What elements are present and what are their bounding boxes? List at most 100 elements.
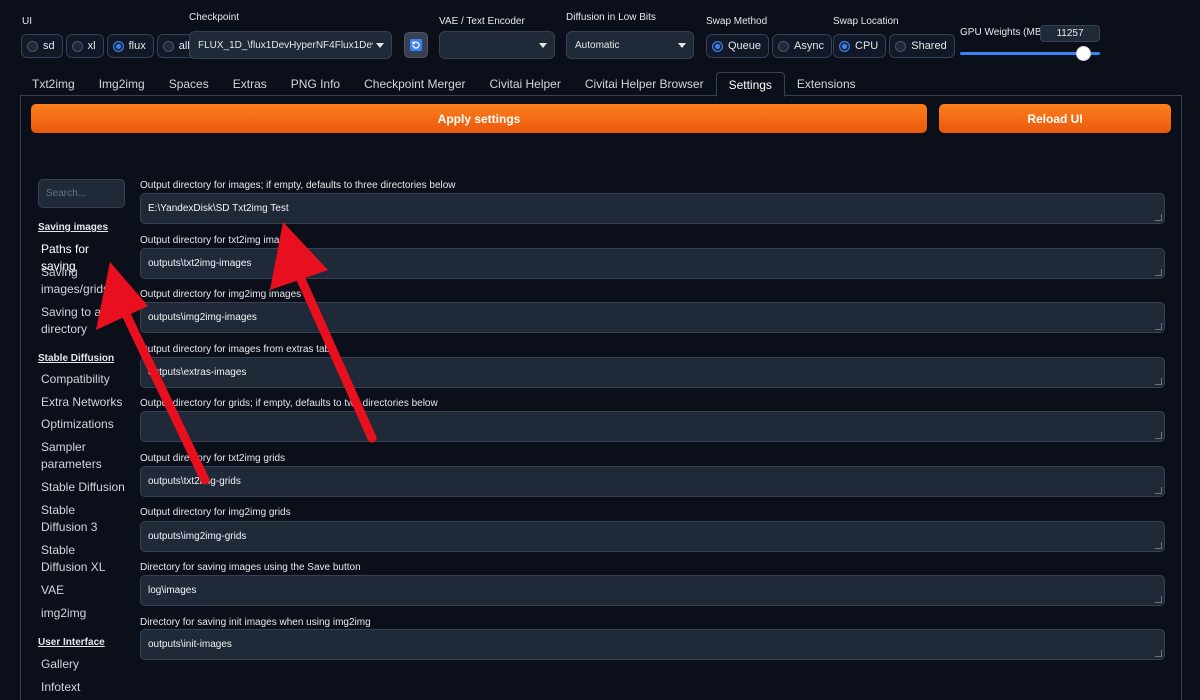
sidebar-item-gallery[interactable]: Gallery [41,656,79,673]
swap-location-shared[interactable]: Shared [889,34,955,58]
ui-option-label: flux [128,40,146,52]
sidebar-section-stable-diffusion[interactable]: Stable Diffusion [38,350,114,367]
sidebar-item-infotext[interactable]: Infotext [41,679,80,696]
ui-option-sd[interactable]: sd [21,34,63,58]
resize-handle-icon[interactable] [1155,650,1162,657]
radio-dot-selected [839,40,850,52]
sidebar-item-extra-networks[interactable]: Extra Networks [41,394,122,411]
swap-method-label: Swap Method [706,16,768,27]
swap-method-option-label: Queue [728,40,762,52]
field-value: log\images [148,585,197,596]
output-dir-images-input[interactable]: E:\YandexDisk\SD Txt2img Test [140,193,1165,224]
swap-method-group: Queue Async [706,34,832,60]
gpu-weights-slider-handle[interactable] [1076,46,1091,61]
resize-handle-icon[interactable] [1155,487,1162,494]
resize-handle-icon[interactable] [1155,378,1162,385]
output-dir-extras-images-input[interactable]: outputs\extras-images [140,357,1165,388]
apply-settings-button[interactable]: Apply settings [31,104,927,133]
field-value: outputs\txt2img-grids [148,476,241,487]
tab-settings[interactable]: Settings [715,72,785,97]
tab-civitai-helper[interactable]: Civitai Helper [478,72,573,96]
ui-option-label: xl [87,40,96,52]
sidebar-section-user-interface[interactable]: User Interface [38,634,105,651]
swap-location-option-label: CPU [855,40,879,52]
field-label: Directory for saving init images when us… [140,617,371,628]
swap-method-async[interactable]: Async [772,34,832,58]
sidebar-item-optimizations[interactable]: Optimizations [41,416,114,433]
radio-dot-selected [112,40,124,52]
reload-ui-button[interactable]: Reload UI [939,104,1171,133]
gpu-weights-input[interactable]: 11257 [1040,25,1100,42]
gpu-weights-label: GPU Weights (MB) [960,27,1045,38]
settings-search-input[interactable]: Search... [38,179,125,208]
radio-dot [778,40,790,52]
field-label: Output directory for images; if empty, d… [140,180,456,191]
sidebar-item-saving-to-directory[interactable]: Saving to a directory [41,304,111,338]
sidebar-item-saving-images-grids[interactable]: Saving images/grids [41,264,121,298]
chevron-down-icon [678,43,686,48]
swap-location-option-label: Shared [911,40,947,52]
ui-radio-group: sd xl flux all [21,34,198,60]
output-dir-img2img-grids-input[interactable]: outputs\img2img-grids [140,521,1165,552]
sidebar-item-sampler-parameters[interactable]: Sampler parameters [41,439,111,473]
field-label: Output directory for img2img images [140,289,302,300]
field-value: outputs\txt2img-images [148,258,252,269]
tab-img2img[interactable]: Img2img [87,72,157,96]
radio-dot [71,40,83,52]
main-tabs: Txt2img Img2img Spaces Extras PNG Info C… [20,72,1182,97]
output-dir-txt2img-images-input[interactable]: outputs\txt2img-images [140,248,1165,279]
tab-txt2img[interactable]: Txt2img [20,72,87,96]
tab-extensions[interactable]: Extensions [785,72,868,96]
sidebar-section-saving-images[interactable]: Saving images [38,219,108,236]
radio-dot [27,40,38,52]
sidebar-item-vae[interactable]: VAE [41,582,64,599]
resize-handle-icon[interactable] [1155,323,1162,330]
field-value: outputs\img2img-grids [148,531,247,542]
ui-option-label: sd [43,40,55,52]
output-dir-img2img-images-input[interactable]: outputs\img2img-images [140,302,1165,333]
tab-spaces[interactable]: Spaces [157,72,221,96]
radio-dot-selected [712,40,723,52]
save-button-dir-input[interactable]: log\images [140,575,1165,606]
radio-dot [895,40,907,52]
checkpoint-value: FLUX_1D_\flux1DevHyperNF4Flux1DevBl [198,39,373,51]
swap-location-cpu[interactable]: CPU [833,34,887,58]
field-value: outputs\init-images [148,639,232,650]
resize-handle-icon[interactable] [1155,269,1162,276]
output-dir-txt2img-grids-input[interactable]: outputs\txt2img-grids [140,466,1165,497]
resize-handle-icon[interactable] [1155,542,1162,549]
swap-method-queue[interactable]: Queue [706,34,770,58]
tab-png-info[interactable]: PNG Info [279,72,352,96]
ui-option-xl[interactable]: xl [65,34,104,58]
diffusion-label: Diffusion in Low Bits [566,12,656,23]
vae-dropdown[interactable] [439,31,555,59]
tab-civitai-helper-browser[interactable]: Civitai Helper Browser [573,72,716,96]
ui-option-flux[interactable]: flux [106,34,154,58]
sidebar-item-stable-diffusion-3[interactable]: Stable Diffusion 3 [41,502,123,536]
sidebar-item-stable-diffusion[interactable]: Stable Diffusion [41,479,125,496]
tab-checkpoint-merger[interactable]: Checkpoint Merger [352,72,477,96]
field-label: Output directory for grids; if empty, de… [140,398,438,409]
sidebar-item-compatibility[interactable]: Compatibility [41,371,110,388]
checkpoint-dropdown[interactable]: FLUX_1D_\flux1DevHyperNF4Flux1DevBl [189,31,392,59]
field-value: outputs\extras-images [148,367,247,378]
refresh-button[interactable] [404,32,428,58]
field-label: Output directory for txt2img images [140,235,296,246]
field-value: E:\YandexDisk\SD Txt2img Test [148,203,289,214]
ui-label: UI [22,16,32,27]
checkpoint-label: Checkpoint [189,12,240,23]
sidebar-item-stable-diffusion-xl[interactable]: Stable Diffusion XL [41,542,123,576]
tab-extras[interactable]: Extras [221,72,279,96]
sidebar-item-img2img[interactable]: img2img [41,605,86,622]
chevron-down-icon [539,43,547,48]
field-label: Output directory for img2img grids [140,507,291,518]
chevron-down-icon [376,43,384,48]
swap-location-label: Swap Location [833,16,899,27]
output-dir-grids-input[interactable] [140,411,1165,442]
resize-handle-icon[interactable] [1155,432,1162,439]
swap-method-option-label: Async [794,40,824,52]
resize-handle-icon[interactable] [1155,214,1162,221]
init-images-dir-input[interactable]: outputs\init-images [140,629,1165,660]
resize-handle-icon[interactable] [1155,596,1162,603]
diffusion-dropdown[interactable]: Automatic [566,31,694,59]
